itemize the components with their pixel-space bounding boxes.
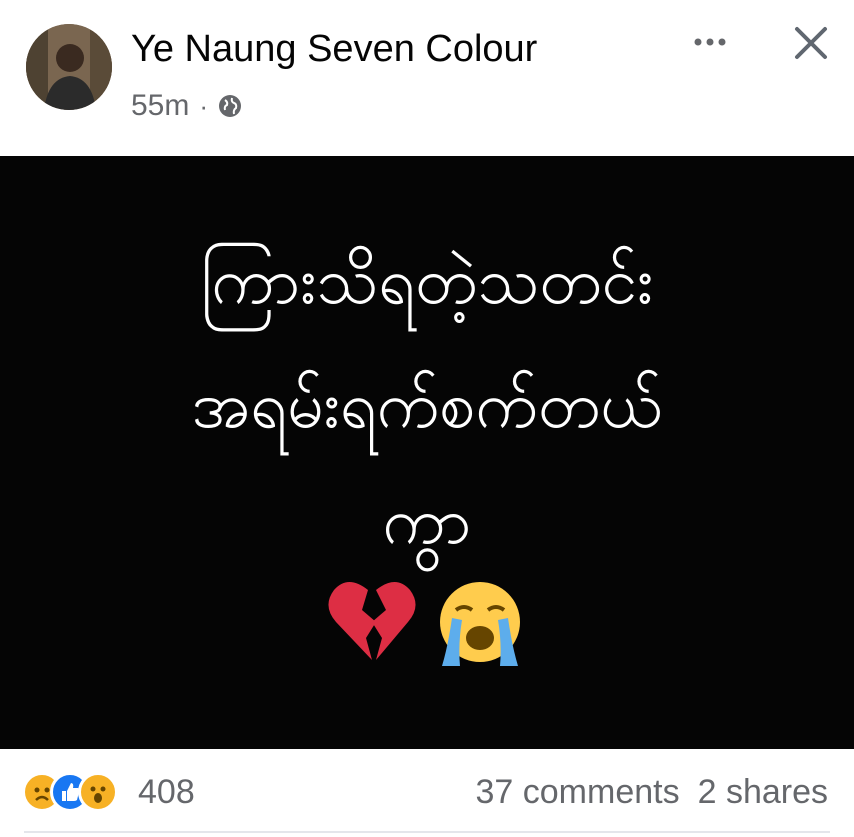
close-icon[interactable] <box>793 25 829 61</box>
broken-heart-icon <box>328 582 416 660</box>
shares-count[interactable]: 2 shares <box>698 772 828 812</box>
author-name[interactable]: Ye Naung Seven Colour <box>131 24 537 74</box>
footer-divider <box>24 831 830 833</box>
reaction-count[interactable]: 408 <box>138 772 195 812</box>
image-text-line-3: ကွာ <box>382 485 472 559</box>
post-stats: 37 comments 2 shares <box>476 772 829 812</box>
loudly-crying-face-icon <box>440 582 520 666</box>
image-emojis <box>0 576 854 672</box>
globe-icon <box>219 95 242 117</box>
post-header: Ye Naung Seven Colour 55m · <box>0 0 854 156</box>
wow-reaction-icon <box>78 772 118 812</box>
post-meta: 55m · <box>131 86 242 126</box>
comments-count[interactable]: 37 comments <box>476 772 680 812</box>
image-text-line-2: အရမ်းရက်စက်တယ် <box>191 369 663 443</box>
avatar[interactable] <box>26 24 112 110</box>
image-text-line-1: ကြားသိရတဲ့သတင်း <box>200 245 654 319</box>
post-image[interactable]: ကြားသိရတဲ့သတင်း အရမ်းရက်စက်တယ် ကွာ <box>0 156 854 749</box>
meta-separator: · <box>199 91 209 121</box>
reaction-icons[interactable] <box>22 772 118 812</box>
post-time[interactable]: 55m <box>131 86 189 126</box>
more-options-icon[interactable] <box>688 28 736 58</box>
